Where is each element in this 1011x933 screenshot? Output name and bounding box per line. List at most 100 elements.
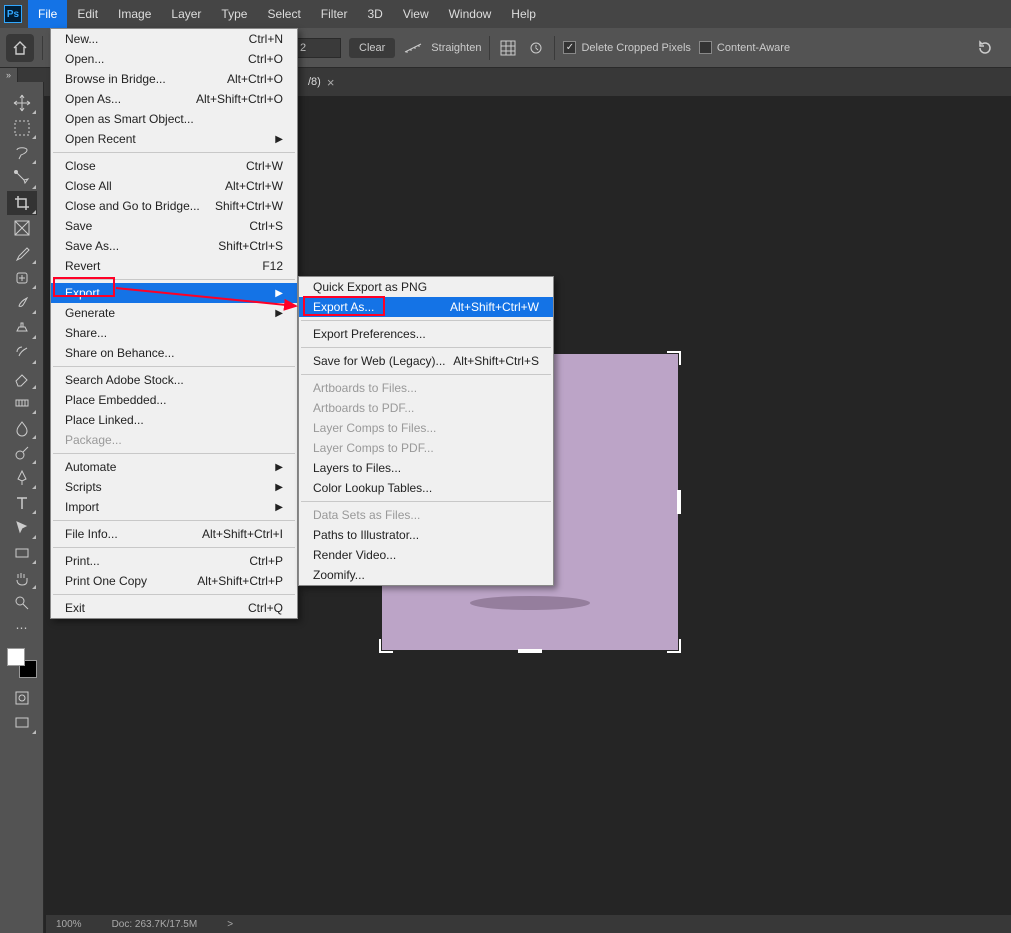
file-menu-item[interactable]: Share on Behance... bbox=[51, 343, 297, 363]
file-menu-item[interactable]: Save As...Shift+Ctrl+S bbox=[51, 236, 297, 256]
file-menu-item[interactable]: Place Linked... bbox=[51, 410, 297, 430]
menu-image[interactable]: Image bbox=[108, 0, 161, 28]
crop-handle-bottom[interactable] bbox=[518, 649, 542, 653]
ratio-b-input[interactable] bbox=[295, 38, 341, 58]
pen-tool[interactable] bbox=[7, 466, 37, 490]
type-tool[interactable] bbox=[7, 491, 37, 515]
menu-separator bbox=[53, 152, 295, 153]
menu-item-shortcut: Alt+Ctrl+W bbox=[225, 179, 283, 193]
file-menu-item[interactable]: Open Recent▶ bbox=[51, 129, 297, 149]
reset-icon[interactable] bbox=[975, 38, 995, 58]
menu-layer[interactable]: Layer bbox=[161, 0, 211, 28]
file-menu-item[interactable]: Close AllAlt+Ctrl+W bbox=[51, 176, 297, 196]
file-menu-item[interactable]: Print...Ctrl+P bbox=[51, 551, 297, 571]
export-menu-item[interactable]: Zoomify... bbox=[299, 565, 553, 585]
menu-item-label: Layers to Files... bbox=[313, 461, 401, 475]
menu-3d[interactable]: 3D bbox=[357, 0, 392, 28]
menu-type[interactable]: Type bbox=[211, 0, 257, 28]
file-menu-item[interactable]: File Info...Alt+Shift+Ctrl+I bbox=[51, 524, 297, 544]
gradient-tool[interactable] bbox=[7, 391, 37, 415]
eraser-tool[interactable] bbox=[7, 366, 37, 390]
export-menu-item[interactable]: Layers to Files... bbox=[299, 458, 553, 478]
frame-tool[interactable] bbox=[7, 216, 37, 240]
file-menu-item[interactable]: Share... bbox=[51, 323, 297, 343]
close-icon[interactable]: × bbox=[327, 75, 335, 90]
file-menu-item[interactable]: Place Embedded... bbox=[51, 390, 297, 410]
export-menu-item[interactable]: Export As...Alt+Shift+Ctrl+W bbox=[299, 297, 553, 317]
status-arrow-icon[interactable]: > bbox=[227, 919, 233, 930]
hand-tool[interactable] bbox=[7, 566, 37, 590]
edit-toolbar[interactable]: ⋯ bbox=[7, 616, 37, 640]
doc-size[interactable]: Doc: 263.7K/17.5M bbox=[112, 919, 198, 930]
move-tool[interactable] bbox=[7, 91, 37, 115]
menu-select[interactable]: Select bbox=[257, 0, 310, 28]
document-tab[interactable]: /8) × bbox=[300, 71, 342, 93]
color-swatches[interactable] bbox=[7, 648, 37, 678]
blur-tool[interactable] bbox=[7, 416, 37, 440]
crop-tool[interactable] bbox=[7, 191, 37, 215]
menu-view[interactable]: View bbox=[393, 0, 439, 28]
menu-window[interactable]: Window bbox=[439, 0, 502, 28]
straighten-icon[interactable] bbox=[403, 38, 423, 58]
file-menu-item[interactable]: Browse in Bridge...Alt+Ctrl+O bbox=[51, 69, 297, 89]
healing-brush-tool[interactable] bbox=[7, 266, 37, 290]
file-menu-item[interactable]: Generate▶ bbox=[51, 303, 297, 323]
menu-filter[interactable]: Filter bbox=[311, 0, 358, 28]
export-menu-item[interactable]: Render Video... bbox=[299, 545, 553, 565]
quick-mask-tool[interactable] bbox=[7, 686, 37, 710]
menu-help[interactable]: Help bbox=[501, 0, 546, 28]
path-select-tool[interactable] bbox=[7, 516, 37, 540]
export-menu-item[interactable]: Paths to Illustrator... bbox=[299, 525, 553, 545]
export-menu-item[interactable]: Quick Export as PNG bbox=[299, 277, 553, 297]
file-menu-item[interactable]: ExitCtrl+Q bbox=[51, 598, 297, 618]
export-menu-item[interactable]: Export Preferences... bbox=[299, 324, 553, 344]
file-menu-item[interactable]: Open...Ctrl+O bbox=[51, 49, 297, 69]
menu-item-label: Zoomify... bbox=[313, 568, 365, 582]
crop-handle-bl[interactable] bbox=[379, 639, 393, 653]
eyedropper-tool[interactable] bbox=[7, 241, 37, 265]
menu-item-label: Save for Web (Legacy)... bbox=[313, 354, 446, 368]
file-menu-item[interactable]: Open as Smart Object... bbox=[51, 109, 297, 129]
marquee-tool[interactable] bbox=[7, 116, 37, 140]
crop-handle-br[interactable] bbox=[667, 639, 681, 653]
file-menu-item[interactable]: Scripts▶ bbox=[51, 477, 297, 497]
quick-select-tool[interactable] bbox=[7, 166, 37, 190]
clear-button[interactable]: Clear bbox=[349, 38, 395, 58]
export-menu-item[interactable]: Color Lookup Tables... bbox=[299, 478, 553, 498]
delete-cropped-checkbox[interactable]: ✓ Delete Cropped Pixels bbox=[563, 41, 690, 54]
file-menu-dropdown: New...Ctrl+NOpen...Ctrl+OBrowse in Bridg… bbox=[50, 28, 298, 619]
home-button[interactable] bbox=[6, 34, 34, 62]
menu-item-shortcut: Ctrl+O bbox=[248, 52, 283, 66]
screen-mode-tool[interactable] bbox=[7, 711, 37, 735]
file-menu-item[interactable]: Automate▶ bbox=[51, 457, 297, 477]
file-menu-item[interactable]: Open As...Alt+Shift+Ctrl+O bbox=[51, 89, 297, 109]
grid-overlay-icon[interactable] bbox=[498, 38, 518, 58]
file-menu-item[interactable]: RevertF12 bbox=[51, 256, 297, 276]
crop-handle-tr[interactable] bbox=[667, 351, 681, 365]
file-menu-item[interactable]: Close and Go to Bridge...Shift+Ctrl+W bbox=[51, 196, 297, 216]
lasso-tool[interactable] bbox=[7, 141, 37, 165]
file-menu-item[interactable]: SaveCtrl+S bbox=[51, 216, 297, 236]
crop-options-icon[interactable] bbox=[526, 38, 546, 58]
file-menu-item[interactable]: Import▶ bbox=[51, 497, 297, 517]
brush-tool[interactable] bbox=[7, 291, 37, 315]
toolbar-expand-handle[interactable]: » bbox=[0, 68, 18, 82]
export-menu-item[interactable]: Save for Web (Legacy)...Alt+Shift+Ctrl+S bbox=[299, 351, 553, 371]
zoom-tool[interactable] bbox=[7, 591, 37, 615]
crop-handle-right[interactable] bbox=[677, 490, 681, 514]
history-brush-tool[interactable] bbox=[7, 341, 37, 365]
dodge-tool[interactable] bbox=[7, 441, 37, 465]
file-menu-item[interactable]: Search Adobe Stock... bbox=[51, 370, 297, 390]
file-menu-item[interactable]: New...Ctrl+N bbox=[51, 29, 297, 49]
foreground-swatch[interactable] bbox=[7, 648, 25, 666]
zoom-level[interactable]: 100% bbox=[56, 919, 82, 930]
menu-edit[interactable]: Edit bbox=[67, 0, 108, 28]
content-aware-checkbox[interactable]: Content-Aware bbox=[699, 41, 790, 54]
file-menu-item[interactable]: Export▶ bbox=[51, 283, 297, 303]
file-menu-item[interactable]: CloseCtrl+W bbox=[51, 156, 297, 176]
file-menu-item[interactable]: Print One CopyAlt+Shift+Ctrl+P bbox=[51, 571, 297, 591]
rectangle-tool[interactable] bbox=[7, 541, 37, 565]
menu-file[interactable]: File bbox=[28, 0, 67, 28]
menu-item-label: Open Recent bbox=[65, 132, 136, 146]
clone-stamp-tool[interactable] bbox=[7, 316, 37, 340]
